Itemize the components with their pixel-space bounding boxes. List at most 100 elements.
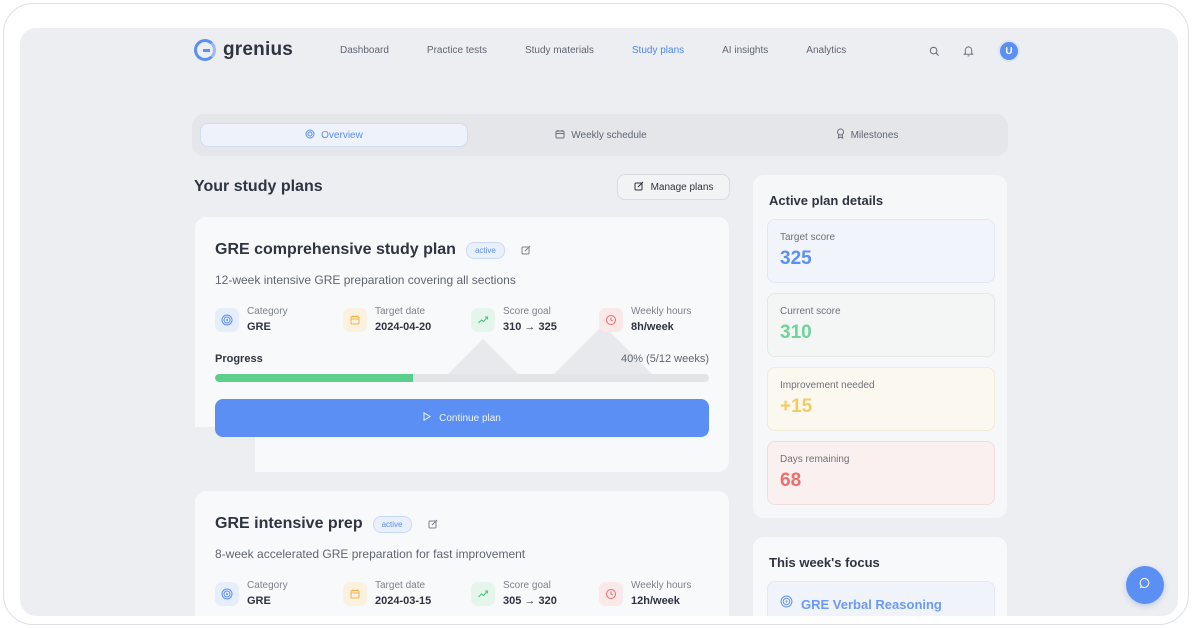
progress-fill: [215, 374, 413, 382]
progress-label: Progress: [215, 353, 263, 365]
status-badge: active: [372, 515, 412, 533]
clock-icon: [599, 582, 623, 606]
meta-target-date: Target date 2024-03-15: [343, 579, 471, 609]
edit-icon[interactable]: [426, 517, 440, 531]
stat-value: 325: [780, 248, 812, 269]
plan-title: GRE comprehensive study plan: [215, 241, 456, 258]
tab-label: Weekly schedule: [571, 129, 647, 141]
app-screen: grenius Dashboard Practice tests Study m…: [20, 28, 1178, 616]
meta-weekly-hours: Weekly hours 8h/week: [599, 305, 727, 335]
award-icon: [836, 128, 845, 142]
meta-label: Weekly hours: [631, 580, 692, 591]
weekly-focus-panel: This week's focus GRE Verbal Reasoning: [752, 536, 1008, 616]
tab-weekly-schedule[interactable]: Weekly schedule: [468, 123, 734, 147]
edit-icon[interactable]: [519, 243, 533, 257]
meta-category: Category GRE: [215, 305, 343, 335]
plan-meta: Category GRE Target date 2024-03-15 Scor…: [215, 579, 727, 609]
stat-label: Improvement needed: [780, 380, 875, 391]
current-score-card: Current score 310: [767, 293, 995, 357]
manage-plans-label: Manage plans: [650, 181, 714, 193]
plan-description: 8-week accelerated GRE preparation for f…: [215, 547, 526, 561]
logo-mark-icon: [194, 39, 216, 61]
plan-title: GRE intensive prep: [215, 515, 363, 532]
continue-plan-label: Continue plan: [439, 412, 501, 424]
tab-milestones[interactable]: Milestones: [734, 123, 1000, 147]
plan-header: GRE comprehensive study plan active: [215, 241, 533, 259]
panel-title: This week's focus: [769, 555, 880, 570]
nav-links: Dashboard Practice tests Study materials…: [340, 45, 884, 56]
top-navigation: grenius Dashboard Practice tests Study m…: [20, 28, 1178, 76]
meta-label: Score goal: [503, 580, 551, 591]
stat-value: 68: [780, 470, 802, 491]
meta-label: Weekly hours: [631, 306, 692, 317]
nav-link-practice-tests[interactable]: Practice tests: [427, 45, 487, 56]
meta-value: 310 → 325: [503, 321, 557, 333]
clock-icon: [599, 308, 623, 332]
stat-value: 310: [780, 322, 812, 343]
target-icon: [215, 582, 239, 606]
stat-value: +15: [780, 396, 813, 417]
meta-score-goal: Score goal 310 → 325: [471, 305, 599, 335]
tab-overview[interactable]: Overview: [200, 123, 468, 147]
play-icon: [423, 411, 432, 424]
continue-plan-button[interactable]: Continue plan: [215, 399, 709, 437]
plan-description: 12-week intensive GRE preparation coveri…: [215, 273, 516, 287]
focus-item[interactable]: GRE Verbal Reasoning: [767, 581, 995, 616]
meta-value: 305 → 320: [503, 595, 557, 607]
active-plan-details: Active plan details Target score 325 Cur…: [752, 174, 1008, 519]
plan-tabs: Overview Weekly schedule Milestones: [192, 114, 1008, 156]
panel-title: Active plan details: [769, 193, 884, 208]
tab-label: Milestones: [850, 129, 899, 141]
target-icon: [780, 595, 793, 613]
edit-icon: [634, 181, 644, 194]
meta-value: GRE: [247, 321, 271, 333]
plan-header: GRE intensive prep active: [215, 515, 440, 533]
meta-value: GRE: [247, 595, 271, 607]
device-frame: grenius Dashboard Practice tests Study m…: [3, 3, 1189, 625]
chat-button[interactable]: [1126, 566, 1164, 604]
meta-label: Target date: [375, 306, 426, 317]
stat-label: Days remaining: [780, 454, 850, 465]
target-icon: [215, 308, 239, 332]
chat-bubble-icon: [1139, 576, 1151, 594]
brand-name: grenius: [223, 39, 294, 60]
stat-label: Target score: [780, 232, 836, 243]
calendar-icon: [343, 582, 367, 606]
user-avatar[interactable]: U: [998, 40, 1020, 62]
meta-label: Score goal: [503, 306, 551, 317]
trending-up-icon: [471, 582, 495, 606]
meta-score-goal: Score goal 305 → 320: [471, 579, 599, 609]
improvement-needed-card: Improvement needed +15: [767, 367, 995, 431]
logo[interactable]: grenius: [194, 39, 293, 61]
nav-link-study-materials[interactable]: Study materials: [525, 45, 594, 56]
nav-link-ai-insights[interactable]: AI insights: [722, 45, 768, 56]
meta-value: 8h/week: [631, 321, 674, 333]
meta-weekly-hours: Weekly hours 12h/week: [599, 579, 727, 609]
progress-bar: [215, 374, 709, 382]
meta-value: 2024-03-15: [375, 595, 432, 607]
meta-label: Category: [247, 306, 288, 317]
progress-text: 40% (5/12 weeks): [620, 353, 709, 365]
nav-link-analytics[interactable]: Analytics: [806, 45, 846, 56]
nav-link-dashboard[interactable]: Dashboard: [340, 45, 389, 56]
bell-icon[interactable]: [960, 43, 976, 59]
status-badge: active: [465, 241, 505, 259]
meta-category: Category GRE: [215, 579, 343, 609]
plan-card: GRE comprehensive study plan active 12-w…: [194, 216, 730, 473]
manage-plans-button[interactable]: Manage plans: [617, 174, 730, 200]
calendar-icon: [343, 308, 367, 332]
plan-meta: Category GRE Target date 2024-04-20 Scor…: [215, 305, 727, 335]
plan-card: GRE intensive prep active 8-week acceler…: [194, 490, 730, 616]
nav-link-study-plans[interactable]: Study plans: [632, 45, 684, 56]
days-remaining-card: Days remaining 68: [767, 441, 995, 505]
meta-value: 2024-04-20: [375, 321, 432, 333]
trending-up-icon: [471, 308, 495, 332]
search-icon[interactable]: [926, 43, 942, 59]
nav-actions: U: [926, 40, 1020, 62]
meta-label: Category: [247, 580, 288, 591]
progress-header: Progress 40% (5/12 weeks): [215, 353, 709, 365]
calendar-icon: [555, 129, 565, 142]
target-icon: [305, 129, 315, 142]
meta-label: Target date: [375, 580, 426, 591]
meta-value: 12h/week: [631, 595, 680, 607]
